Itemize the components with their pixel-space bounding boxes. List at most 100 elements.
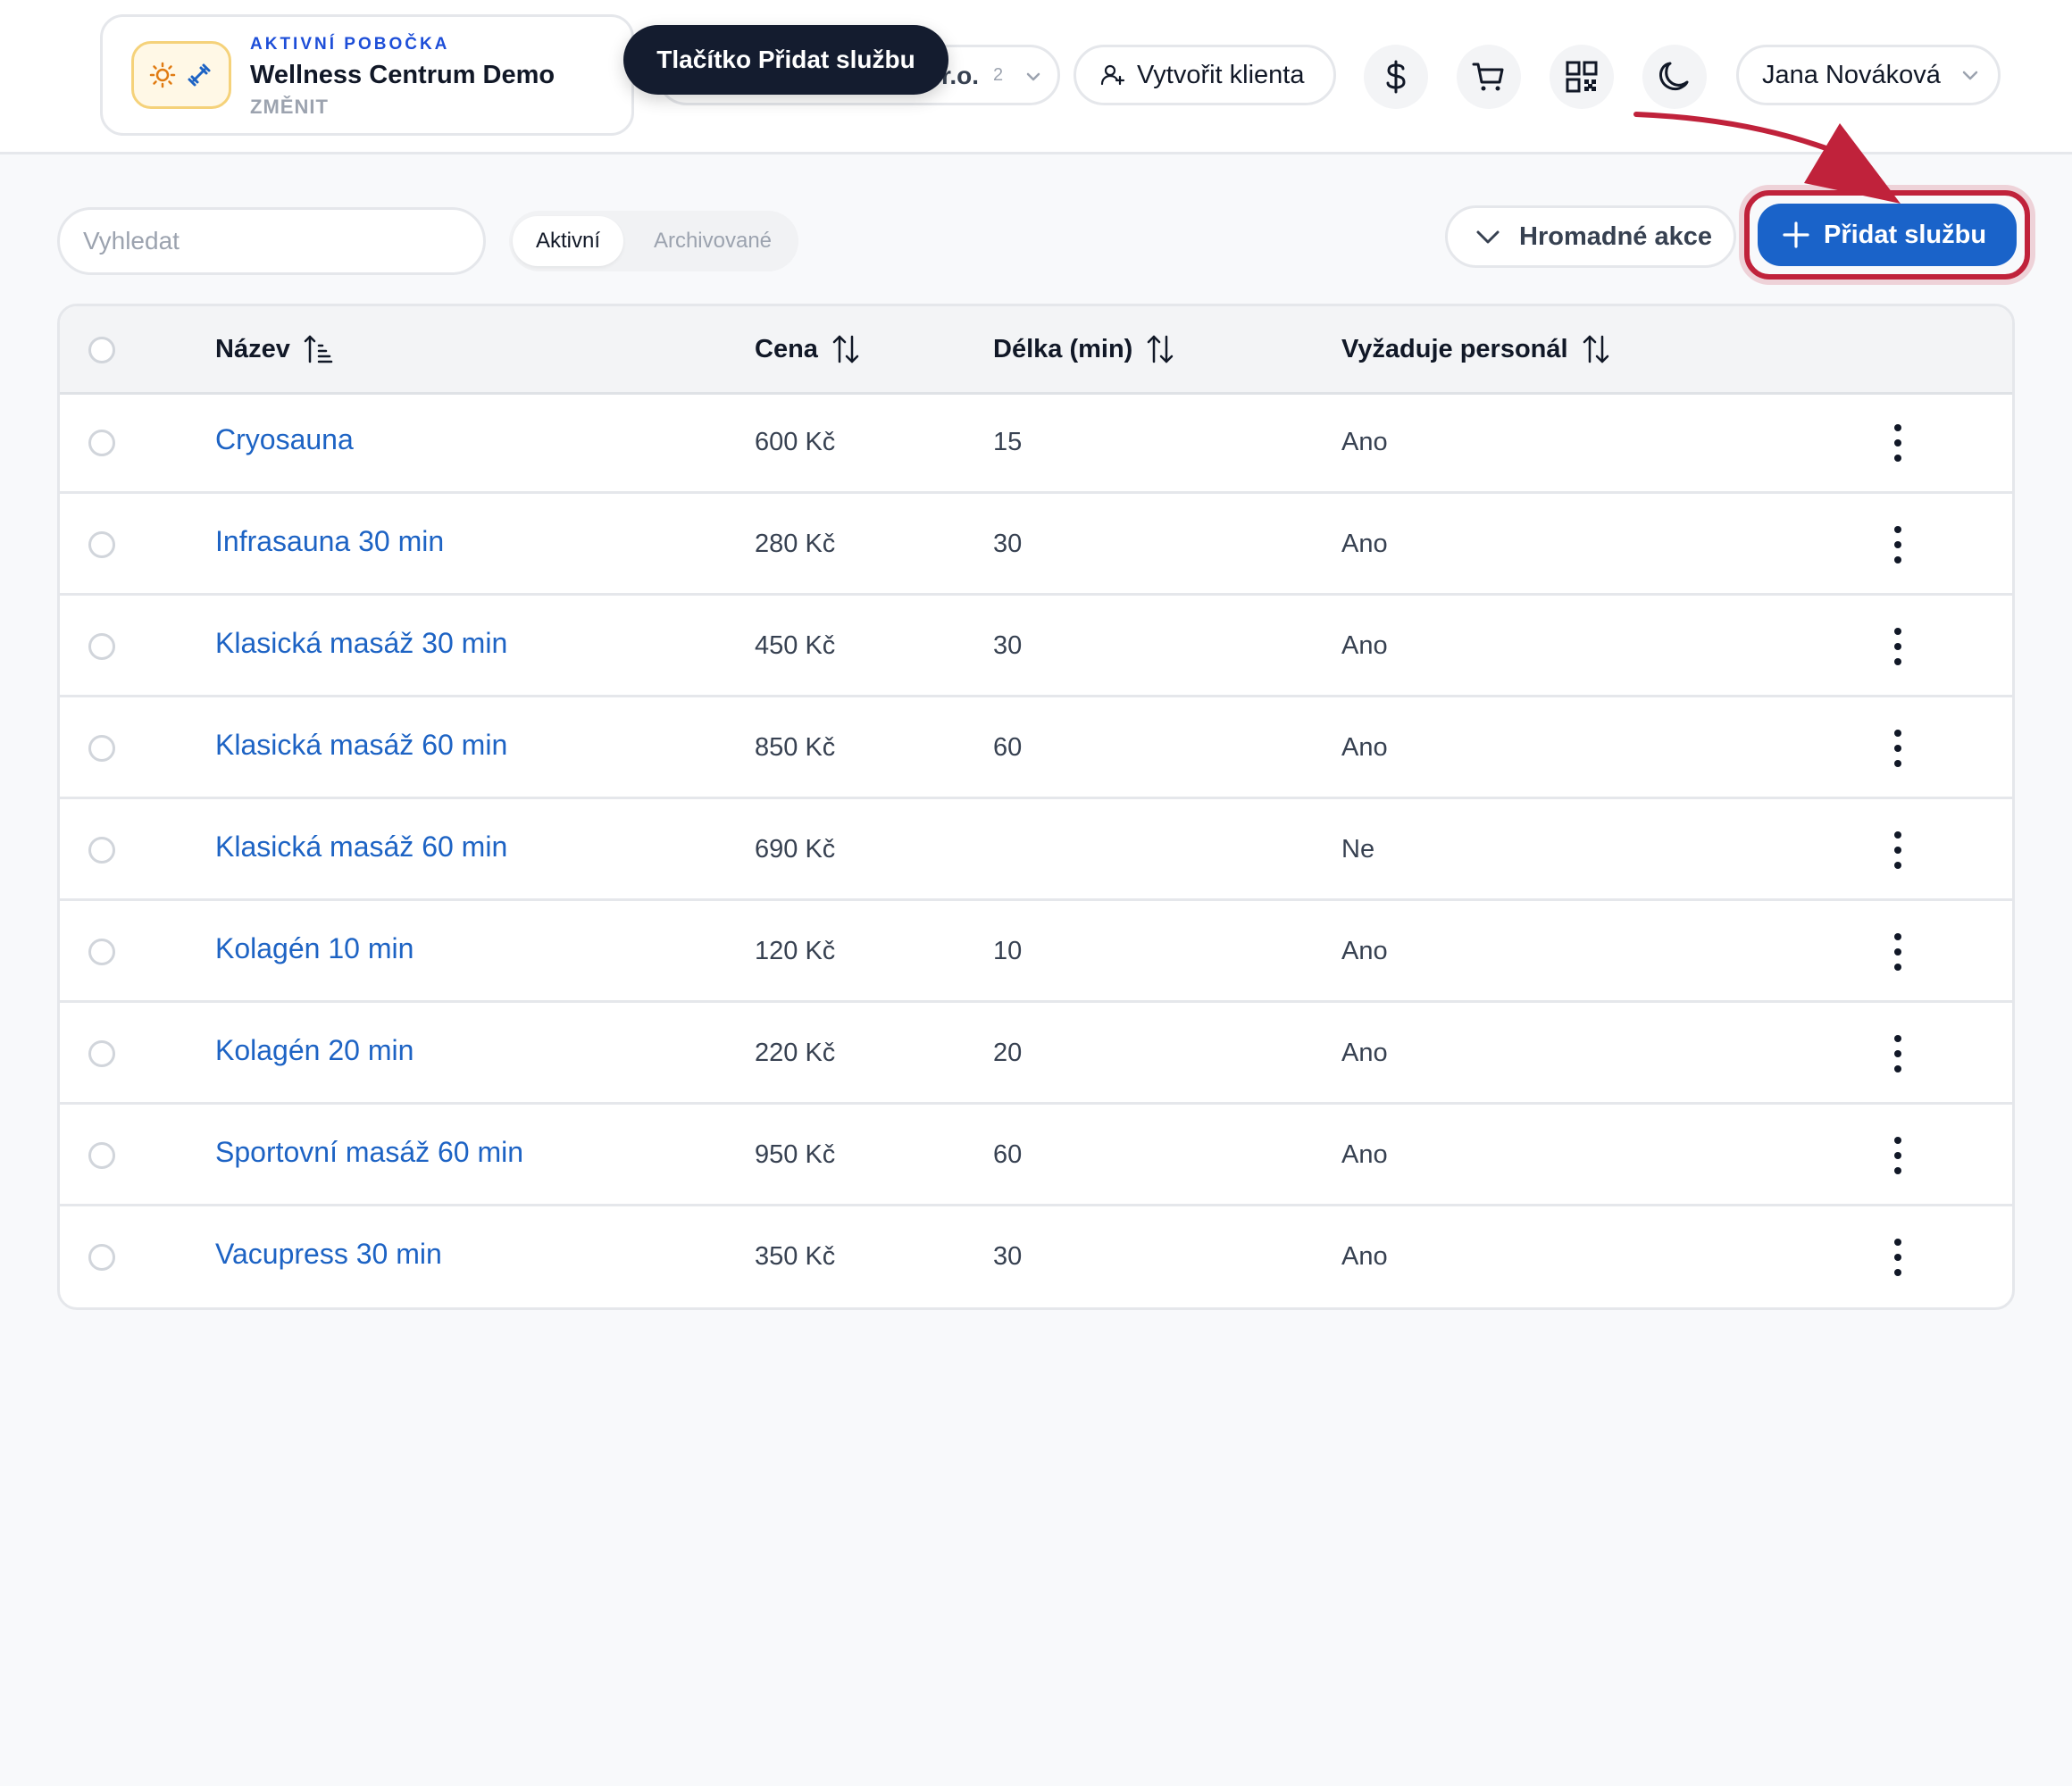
tab-archived[interactable]: Archivované — [631, 216, 795, 266]
service-name-link[interactable]: Klasická masáž 30 min — [215, 627, 507, 660]
sun-icon — [149, 62, 176, 88]
change-branch-link[interactable]: ZMĚNIT — [250, 96, 329, 119]
dumbbell-icon — [188, 63, 211, 87]
more-options-icon[interactable] — [1889, 933, 1907, 971]
service-length: 10 — [993, 937, 1023, 965]
organization-count: 2 — [993, 65, 1004, 85]
row-checkbox[interactable] — [88, 735, 115, 762]
row-checkbox[interactable] — [88, 1244, 115, 1271]
table-row: Kolagén 10 min 120 Kč 10 Ano — [60, 901, 2012, 1003]
chevron-down-icon — [1962, 71, 1978, 80]
more-options-icon[interactable] — [1889, 628, 1907, 665]
more-options-icon[interactable] — [1889, 730, 1907, 767]
service-name-link[interactable]: Infrasauna 30 min — [215, 525, 444, 558]
service-length: 30 — [993, 1242, 1023, 1271]
table-row: Klasická masáž 60 min 850 Kč 60 Ano — [60, 697, 2012, 799]
service-price: 280 Kč — [755, 530, 836, 558]
cart-icon — [1472, 63, 1504, 91]
row-checkbox[interactable] — [88, 1040, 115, 1067]
active-branch-card[interactable]: AKTIVNÍ POBOČKA Wellness Centrum Demo ZM… — [100, 14, 634, 136]
service-price: 950 Kč — [755, 1140, 836, 1169]
row-checkbox[interactable] — [88, 837, 115, 864]
plus-icon — [1783, 221, 1809, 248]
add-service-button[interactable]: Přidat službu — [1758, 204, 2017, 266]
service-name-link[interactable]: Vacupress 30 min — [215, 1238, 442, 1271]
service-requires-staff: Ano — [1341, 733, 1388, 762]
more-options-icon[interactable] — [1889, 1239, 1907, 1276]
row-checkbox[interactable] — [88, 531, 115, 558]
table-row: Kolagén 20 min 220 Kč 20 Ano — [60, 1003, 2012, 1105]
sort-icon — [1148, 335, 1174, 363]
more-options-icon[interactable] — [1889, 424, 1907, 462]
column-header-name[interactable]: Název — [215, 333, 333, 365]
sort-ascending-icon — [304, 335, 333, 363]
table-row: Vacupress 30 min 350 Kč 30 Ano — [60, 1206, 2012, 1307]
tooltip: Tlačítko Přidat službu — [623, 25, 948, 95]
service-price: 600 Kč — [755, 428, 836, 456]
qr-code-icon — [1566, 61, 1598, 93]
sort-icon — [832, 335, 859, 363]
bulk-actions-button[interactable]: Hromadné akce — [1445, 205, 1736, 268]
qr-code-button[interactable] — [1550, 45, 1614, 109]
status-tabs: Aktivní Archivované — [509, 211, 798, 271]
service-name-link[interactable]: Sportovní masáž 60 min — [215, 1136, 523, 1169]
service-length: 60 — [993, 733, 1023, 762]
services-table: Název Cena Délka (min) Vyžaduje personál… — [57, 304, 2015, 1310]
service-requires-staff: Ano — [1341, 428, 1388, 456]
column-label: Délka (min) — [993, 334, 1133, 363]
service-name-link[interactable]: Cryosauna — [215, 423, 354, 456]
moon-icon — [1659, 62, 1689, 91]
dollar-icon — [1386, 60, 1406, 94]
top-bar: AKTIVNÍ POBOČKA Wellness Centrum Demo ZM… — [0, 0, 2072, 154]
service-length: 15 — [993, 428, 1023, 456]
more-options-icon[interactable] — [1889, 1137, 1907, 1174]
row-checkbox[interactable] — [88, 939, 115, 965]
service-price: 850 Kč — [755, 733, 836, 762]
more-options-icon[interactable] — [1889, 831, 1907, 869]
service-requires-staff: Ano — [1341, 1242, 1388, 1271]
cart-button[interactable] — [1457, 45, 1521, 109]
table-row: Cryosauna 600 Kč 15 Ano — [60, 392, 2012, 494]
service-name-link[interactable]: Klasická masáž 60 min — [215, 830, 507, 864]
branch-eyebrow: AKTIVNÍ POBOČKA — [250, 35, 450, 54]
service-name-link[interactable]: Klasická masáž 60 min — [215, 729, 507, 762]
column-header-length[interactable]: Délka (min) — [993, 333, 1175, 365]
column-label: Vyžaduje personál — [1341, 334, 1568, 363]
column-header-requires-staff[interactable]: Vyžaduje personál — [1341, 333, 1611, 365]
column-label: Název — [215, 334, 290, 363]
tab-active[interactable]: Aktivní — [513, 216, 623, 266]
service-requires-staff: Ano — [1341, 530, 1388, 558]
table-header: Název Cena Délka (min) Vyžaduje personál — [60, 306, 2012, 395]
chevron-down-icon — [1476, 230, 1500, 244]
service-length: 30 — [993, 530, 1023, 558]
service-price: 220 Kč — [755, 1039, 836, 1067]
select-all-checkbox[interactable] — [88, 337, 115, 363]
user-name: Jana Nováková — [1762, 60, 1941, 89]
add-user-icon — [1100, 64, 1125, 86]
more-options-icon[interactable] — [1889, 1035, 1907, 1072]
service-price: 690 Kč — [755, 835, 836, 864]
service-requires-staff: Ano — [1341, 1039, 1388, 1067]
service-name-link[interactable]: Kolagén 10 min — [215, 932, 414, 965]
dollar-button[interactable] — [1364, 45, 1428, 109]
search-input[interactable] — [57, 207, 486, 275]
theme-toggle-button[interactable] — [1642, 45, 1707, 109]
table-row: Infrasauna 30 min 280 Kč 30 Ano — [60, 494, 2012, 596]
service-name-link[interactable]: Kolagén 20 min — [215, 1034, 414, 1067]
column-header-price[interactable]: Cena — [755, 333, 861, 365]
row-checkbox[interactable] — [88, 430, 115, 456]
service-price: 120 Kč — [755, 937, 836, 965]
row-checkbox[interactable] — [88, 633, 115, 660]
row-checkbox[interactable] — [88, 1142, 115, 1169]
service-requires-staff: Ano — [1341, 937, 1388, 965]
user-menu[interactable]: Jana Nováková — [1736, 45, 2001, 105]
create-client-label: Vytvořit klienta — [1137, 60, 1305, 89]
create-client-button[interactable]: Vytvořit klienta — [1074, 45, 1336, 105]
branch-logo — [131, 41, 231, 109]
branch-name: Wellness Centrum Demo — [250, 61, 556, 89]
table-row: Klasická masáž 30 min 450 Kč 30 Ano — [60, 596, 2012, 697]
more-options-icon[interactable] — [1889, 526, 1907, 563]
bulk-actions-label: Hromadné akce — [1519, 221, 1712, 251]
sort-icon — [1583, 335, 1608, 363]
chevron-down-icon — [1026, 72, 1040, 81]
